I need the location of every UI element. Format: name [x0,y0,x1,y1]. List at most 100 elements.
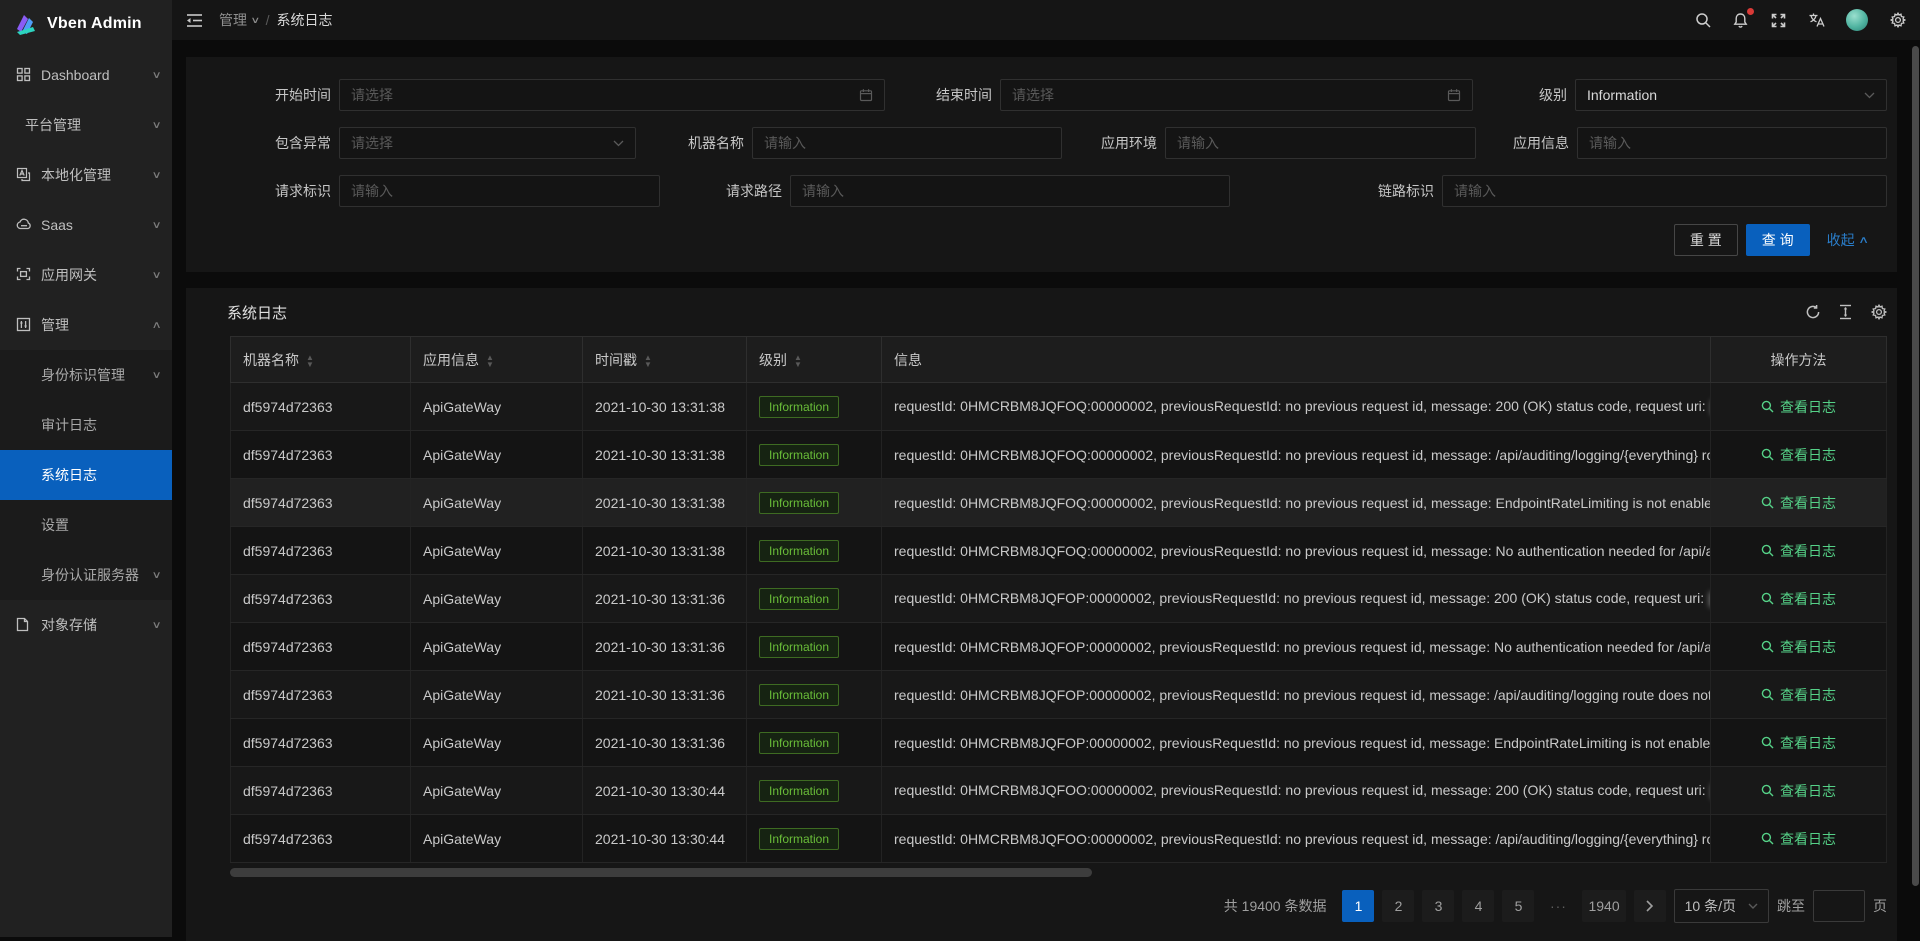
sidebar-item-设置[interactable]: 设置 [0,500,172,550]
table-row[interactable]: df5974d72363ApiGateWay2021-10-30 13:31:3… [231,575,1887,623]
filter-request_path-input[interactable]: 请输入 [790,175,1230,207]
log-table: 机器名称▲▼应用信息▲▼时间戳▲▼级别▲▼信息操作方法 df5974d72363… [230,336,1887,863]
chevron-down-icon: ∨ [250,15,260,26]
field-placeholder: 请输入 [1454,181,1496,201]
column-header-机器名称[interactable]: 机器名称▲▼ [231,337,411,383]
menu-fold-icon[interactable] [186,13,203,28]
view-log-link[interactable]: 查看日志 [1761,637,1836,657]
filter-machine_name-input[interactable]: 请输入 [752,127,1062,159]
filter-has_exception-input[interactable]: 请选择 [339,127,636,159]
localization-icon [16,167,32,183]
sort-icon[interactable]: ▲▼ [486,354,494,368]
view-log-link[interactable]: 查看日志 [1761,781,1836,801]
table-body: df5974d72363ApiGateWay2021-10-30 13:31:3… [231,383,1887,863]
table-settings-icon[interactable] [1870,304,1887,321]
filter-app_info-input[interactable]: 请输入 [1577,127,1887,159]
view-log-link[interactable]: 查看日志 [1761,733,1836,753]
page-button-2[interactable]: 2 [1382,890,1414,922]
view-log-link[interactable]: 查看日志 [1761,397,1836,417]
table-row[interactable]: df5974d72363ApiGateWay2021-10-30 13:31:3… [231,623,1887,671]
collapse-link[interactable]: 收起 ∧ [1827,230,1867,250]
column-header-信息: 信息 [882,337,1711,383]
page-button-3[interactable]: 3 [1422,890,1454,922]
message-text: requestId: 0HMCRBM8JQFOQ:00000002, previ… [894,495,1711,511]
view-log-link[interactable]: 查看日志 [1761,541,1836,561]
page-scrollbar-thumb[interactable] [1912,46,1919,886]
cell-action: 查看日志 [1711,623,1887,671]
sidebar-item-平台管理[interactable]: 平台管理∨ [0,100,172,150]
sidebar-item-管理[interactable]: 管理∧ [0,300,172,350]
cell-machine-name: df5974d72363 [231,383,411,431]
filter-trace_id-input[interactable]: 请输入 [1442,175,1887,207]
table-row[interactable]: df5974d72363ApiGateWay2021-10-30 13:30:4… [231,815,1887,863]
chevron-down-icon: ∨ [151,620,161,631]
search-icon[interactable] [1694,12,1711,29]
filter-request_id-input[interactable]: 请输入 [339,175,660,207]
sidebar-item-身份认证服务器[interactable]: 身份认证服务器∨ [0,550,172,600]
table-row[interactable]: df5974d72363ApiGateWay2021-10-30 13:31:3… [231,431,1887,479]
sidebar-item-审计日志[interactable]: 审计日志 [0,400,172,450]
view-log-link[interactable]: 查看日志 [1761,445,1836,465]
sidebar-item-身份标识管理[interactable]: 身份标识管理∨ [0,350,172,400]
search-button[interactable]: 查 询 [1746,224,1810,256]
refresh-icon[interactable] [1804,304,1821,321]
vben-logo-icon [13,11,39,37]
filter-start_time-input[interactable]: 请选择 [339,79,885,111]
column-header-应用信息[interactable]: 应用信息▲▼ [411,337,583,383]
column-header-label: 信息 [894,352,922,368]
sidebar-item-Saas[interactable]: Saas∨ [0,200,172,250]
jump-page-input[interactable] [1813,890,1865,922]
fullscreen-icon[interactable] [1770,12,1787,29]
filter-end_time-input[interactable]: 请选择 [1000,79,1473,111]
table-row[interactable]: df5974d72363ApiGateWay2021-10-30 13:30:4… [231,767,1887,815]
view-log-link[interactable]: 查看日志 [1761,493,1836,513]
sidebar-item-系统日志[interactable]: 系统日志 [0,450,172,500]
table-row[interactable]: df5974d72363ApiGateWay2021-10-30 13:31:3… [231,479,1887,527]
table-row[interactable]: df5974d72363ApiGateWay2021-10-30 13:31:3… [231,719,1887,767]
magnifier-icon [1761,544,1774,557]
filter-level-input[interactable]: Information [1575,79,1887,111]
sidebar-item-本地化管理[interactable]: 本地化管理∨ [0,150,172,200]
page-button-4[interactable]: 4 [1462,890,1494,922]
horizontal-scrollbar[interactable] [230,868,1887,877]
cell-message: requestId: 0HMCRBM8JQFOQ:00000002, previ… [882,431,1711,479]
user-avatar[interactable] [1846,9,1868,31]
column-header-级别[interactable]: 级别▲▼ [747,337,882,383]
page-button-1940[interactable]: 1940 [1582,890,1625,922]
filter-app_env-input[interactable]: 请输入 [1165,127,1476,159]
sort-icon[interactable]: ▲▼ [306,354,314,368]
field-placeholder: 请选择 [1012,85,1054,105]
horizontal-scrollbar-thumb[interactable] [230,868,1092,877]
translate-icon[interactable] [1808,12,1825,29]
cell-app-info: ApiGateWay [411,431,583,479]
sort-icon[interactable]: ▲▼ [794,354,802,368]
bell-icon[interactable] [1732,12,1749,29]
sidebar-item-Dashboard[interactable]: Dashboard∨ [0,50,172,100]
sidebar-item-对象存储[interactable]: 对象存储∨ [0,600,172,650]
reset-button[interactable]: 重 置 [1674,224,1738,256]
page-scrollbar[interactable] [1912,46,1919,921]
sort-icon[interactable]: ▲▼ [644,354,652,368]
calendar-icon [859,88,873,102]
breadcrumb-parent[interactable]: 管理 [219,10,247,30]
page-button-1[interactable]: 1 [1342,890,1374,922]
gear-icon[interactable] [1889,12,1906,29]
view-log-link[interactable]: 查看日志 [1761,685,1836,705]
view-log-link[interactable]: 查看日志 [1761,829,1836,849]
filter-row: 请求标识请输入请求路径请输入链路标识请输入 [186,175,1887,207]
next-page-button[interactable] [1634,890,1666,922]
column-height-icon[interactable] [1837,304,1854,321]
cell-machine-name: df5974d72363 [231,431,411,479]
level-badge: Information [759,492,839,514]
cell-level: Information [747,719,882,767]
table-row[interactable]: df5974d72363ApiGateWay2021-10-30 13:31:3… [231,527,1887,575]
column-header-时间戳[interactable]: 时间戳▲▼ [583,337,747,383]
table-row[interactable]: df5974d72363ApiGateWay2021-10-30 13:31:3… [231,383,1887,431]
sidebar-item-应用网关[interactable]: 应用网关∨ [0,250,172,300]
table-row[interactable]: df5974d72363ApiGateWay2021-10-30 13:31:3… [231,671,1887,719]
page-size-select[interactable]: 10 条/页 [1674,889,1769,923]
view-log-link[interactable]: 查看日志 [1761,589,1836,609]
cell-message: requestId: 0HMCRBM8JQFOP:00000002, previ… [882,575,1711,623]
page-button-5[interactable]: 5 [1502,890,1534,922]
app-logo[interactable]: Vben Admin [0,0,172,48]
